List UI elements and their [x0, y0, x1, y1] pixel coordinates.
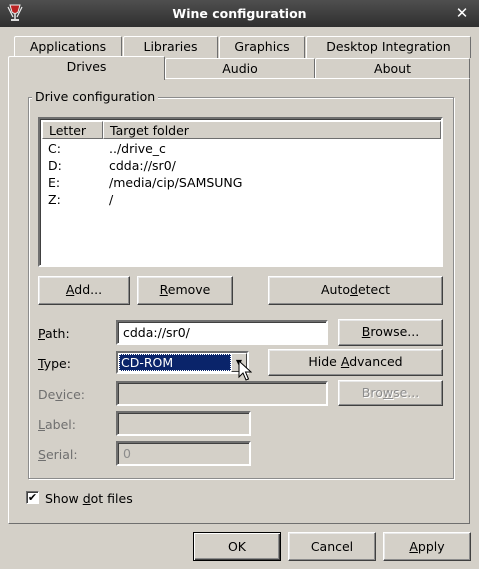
drive-letter: C: [48, 141, 61, 156]
hide-advanced-button[interactable]: Hide Advanced [268, 349, 443, 376]
drive-letter: D: [48, 158, 62, 173]
list-row[interactable]: Z: / [42, 191, 441, 208]
type-combobox[interactable]: CD-ROM ▼ [116, 351, 249, 374]
close-icon[interactable]: ✕ [453, 4, 471, 22]
tab-libraries[interactable]: Libraries [123, 36, 218, 58]
tab-applications[interactable]: Applications [14, 36, 122, 58]
mouse-pointer-icon [238, 360, 252, 381]
device-label: Device: [38, 387, 85, 402]
drive-target: cdda://sr0/ [109, 158, 176, 173]
serial-label: Serial: [38, 447, 78, 462]
list-row[interactable]: C: ../drive_c [42, 140, 441, 157]
tab-drives[interactable]: Drives [8, 56, 165, 80]
drive-target: /media/cip/SAMSUNG [109, 175, 243, 190]
drive-letter: E: [48, 175, 61, 190]
type-selected-value: CD-ROM [119, 354, 231, 371]
serial-input[interactable]: 0 [116, 441, 251, 466]
autodetect-button[interactable]: Autodetect [268, 276, 443, 305]
drive-letter: Z: [48, 192, 61, 207]
apply-button[interactable]: Apply [383, 532, 471, 561]
path-label: Path: [38, 326, 70, 341]
wine-config-window: Wine configuration ✕ Applications Librar… [0, 0, 479, 569]
path-input[interactable]: cdda://sr0/ [116, 320, 328, 345]
label-label: Label: [38, 417, 76, 432]
tab-about[interactable]: About [315, 58, 470, 80]
label-input[interactable] [116, 411, 251, 436]
show-dot-files-label[interactable]: Show dot files [45, 491, 133, 506]
tab-graphics[interactable]: Graphics [219, 36, 305, 58]
list-header: Letter Target folder [42, 121, 441, 139]
browse-device-button[interactable]: Browse... [338, 380, 443, 406]
add-button[interactable]: Add... [38, 276, 130, 305]
list-row[interactable]: D: cdda://sr0/ [42, 157, 441, 174]
ok-button[interactable]: OK [193, 532, 281, 561]
column-target-folder[interactable]: Target folder [103, 121, 441, 139]
cancel-button[interactable]: Cancel [288, 532, 376, 561]
group-title: Drive configuration [32, 89, 159, 104]
type-label: Type: [38, 356, 71, 371]
list-row[interactable]: E: /media/cip/SAMSUNG [42, 174, 441, 191]
drive-target: / [109, 192, 114, 207]
window-title: Wine configuration [172, 6, 307, 21]
title-bar[interactable]: Wine configuration ✕ [0, 0, 479, 27]
remove-button[interactable]: Remove [137, 276, 233, 305]
show-dot-files-checkbox[interactable]: ✔ [26, 491, 39, 504]
browse-path-button[interactable]: Browse... [338, 319, 443, 346]
tab-audio[interactable]: Audio [165, 58, 315, 80]
column-letter[interactable]: Letter [42, 121, 103, 139]
drive-target: ../drive_c [109, 141, 166, 156]
drive-list[interactable]: Letter Target folder C: ../drive_c D: cd… [38, 117, 443, 267]
device-input[interactable] [116, 381, 328, 406]
tab-desktop-integration[interactable]: Desktop Integration [306, 36, 471, 58]
